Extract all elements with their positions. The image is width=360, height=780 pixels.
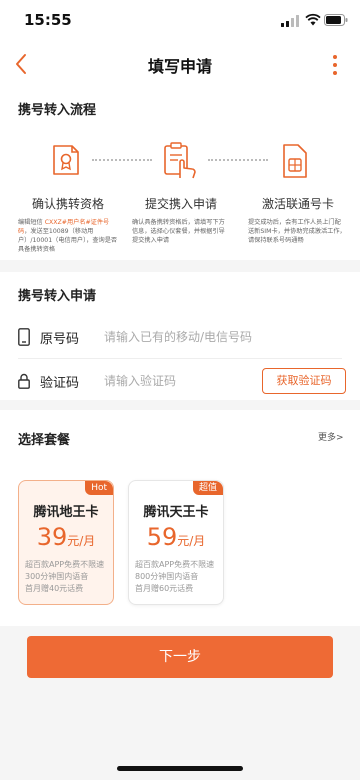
verify-code-label: 验证码 [40,376,80,391]
plan-name: 腾讯地王卡 [33,505,99,520]
more-options-icon[interactable] [330,52,340,78]
status-bar: 15:55 [0,0,360,40]
signal-icon [281,15,299,27]
plan-price: 59元/月 [146,523,206,551]
plan-feature: 800分钟国内语音 [135,572,199,581]
plan-name: 腾讯天王卡 [143,505,209,520]
verify-code-input[interactable] [104,368,264,394]
original-number-row: 原号码 [18,316,342,360]
plan-feature: 超百款APP免费不限速 [25,560,105,569]
plan-badge: 超值 [192,481,223,495]
flow-step-2-desc: 确认具备携转资格后，请填写下方信息，选择心仪套餐，并根据引导提交携入申请 [132,219,225,244]
plan-card[interactable]: 超值 腾讯天王卡 59元/月 超百款APP免费不限速 800分钟国内语音 首月赠… [128,480,224,605]
flow-step-1-name: 确认携转资格 [32,197,105,211]
original-number-label: 原号码 [40,332,80,347]
flow-step-2-name: 提交携入申请 [145,197,218,211]
apply-title: 携号转入申请 [18,289,97,304]
plan-feature: 首月赠40元话费 [25,584,84,593]
next-step-button[interactable]: 下一步 [27,636,333,678]
flow-connector [92,159,152,161]
plan-feature: 300分钟国内语音 [25,572,89,581]
plans-title: 选择套餐 [18,433,71,448]
more-plans-link[interactable]: 更多> [318,430,344,443]
sim-card-icon [283,144,307,178]
flow-title: 携号转入流程 [18,103,97,118]
page-title: 填写申请 [147,57,212,76]
lock-icon [18,373,30,389]
battery-icon [324,14,348,26]
flow-step-3-name: 激活联通号卡 [262,197,335,211]
plan-price: 39元/月 [36,523,96,551]
submit-hand-icon [164,142,196,179]
get-code-button[interactable]: 获取验证码 [262,368,346,394]
original-number-input[interactable] [104,324,334,350]
phone-icon [18,328,30,346]
flow-step-1-desc: 编辑短信 CXXZ#用户名#证件号码，发送至10089（移动用户）/10001（… [18,219,118,253]
plan-card[interactable]: Hot 腾讯地王卡 39元/月 超百款APP免费不限速 300分钟国内语音 首月… [18,480,114,605]
flow-step-3-desc: 提交成功后，会有工作人员上门配送新SIM卡，并协助完成激活工作，请保持联系号码通… [248,219,346,244]
status-time: 15:55 [24,11,72,29]
divider [18,358,342,359]
plan-badge: Hot [85,481,113,495]
flow-connector [208,159,268,161]
qualification-doc-icon [53,145,79,175]
home-indicator [117,766,243,771]
nav-bar: 填写申请 [0,40,360,88]
plan-feature: 首月赠60元话费 [135,584,194,593]
plan-feature: 超百款APP免费不限速 [135,560,215,569]
wifi-icon [305,13,321,26]
